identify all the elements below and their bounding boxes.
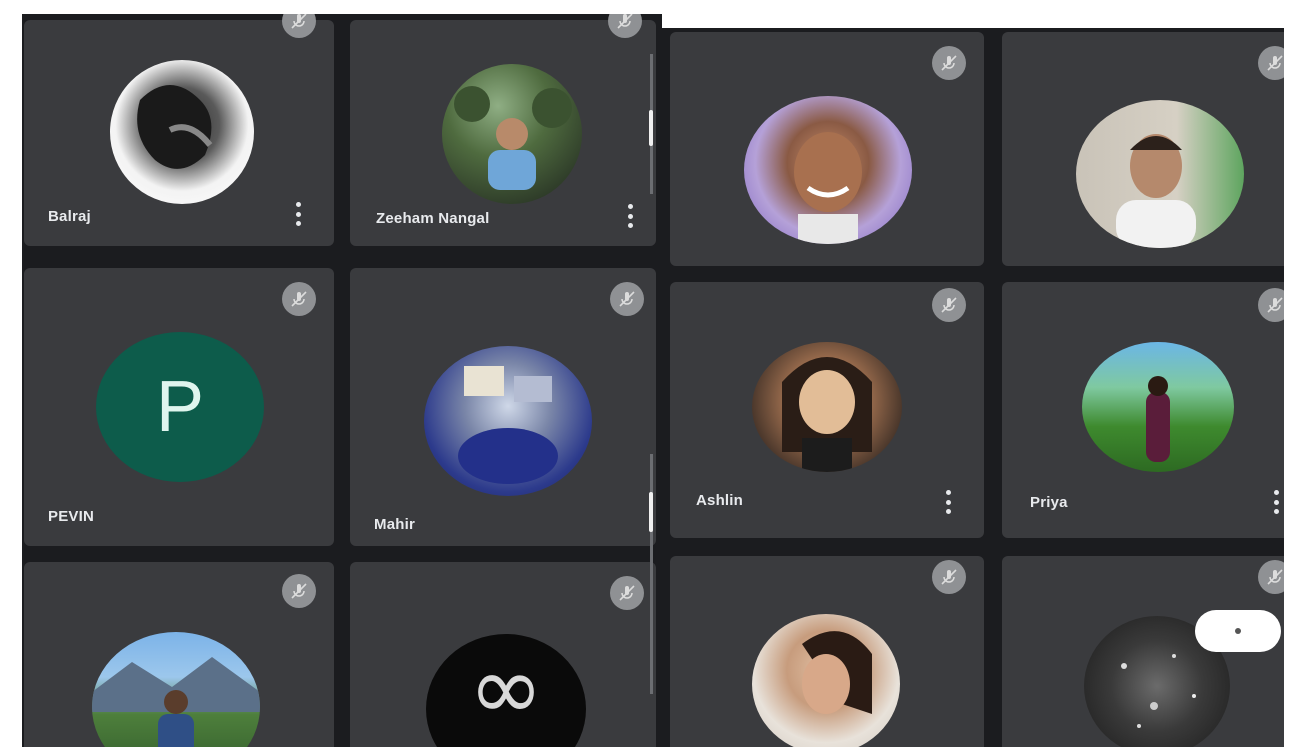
- participant-tile-3[interactable]: [670, 32, 984, 266]
- mic-off-icon: [282, 574, 316, 608]
- participant-tile-zeeham[interactable]: Zeeham Nangal: [350, 14, 656, 246]
- participant-tile-10[interactable]: ∞: [350, 562, 656, 747]
- avatar-participant-9: [92, 632, 260, 747]
- avatar-balraj: [110, 60, 254, 204]
- mic-off-icon: [610, 282, 644, 316]
- mic-off-icon: [932, 46, 966, 80]
- avatar-participant-11: [752, 614, 900, 747]
- meeting-grid-screenshot: Balraj Zeeham Nangal P PEVIN Mahir ∞ Ash…: [0, 0, 1309, 747]
- participant-tile-mahir[interactable]: Mahir: [350, 268, 656, 546]
- avatar-ashlin: [752, 342, 902, 472]
- scrollbar-track[interactable]: [650, 454, 653, 694]
- mic-off-icon: [932, 560, 966, 594]
- participant-tile-pevin[interactable]: P PEVIN: [24, 268, 334, 546]
- participant-tile-11[interactable]: [670, 556, 984, 747]
- participant-name: Priya: [1030, 494, 1068, 511]
- avatar-zeeham: [442, 64, 582, 204]
- participant-tile-priya[interactable]: Priya: [1002, 282, 1284, 538]
- mic-off-icon: [1258, 288, 1284, 322]
- more-vert-icon[interactable]: [626, 204, 634, 228]
- more-vert-icon[interactable]: [1272, 490, 1280, 514]
- participant-name: Ashlin: [696, 492, 744, 509]
- scroll-indicator-pill[interactable]: [1195, 610, 1281, 652]
- mic-off-icon: [282, 14, 316, 38]
- more-vert-icon[interactable]: [294, 202, 302, 226]
- mic-off-icon: [1258, 560, 1284, 594]
- avatar-participant-10: ∞: [426, 634, 586, 747]
- mic-off-icon: [608, 14, 642, 38]
- participant-name: Mahir: [374, 516, 416, 533]
- dot-icon: [1235, 628, 1241, 634]
- participant-grid-left: Balraj Zeeham Nangal P PEVIN Mahir ∞: [22, 14, 662, 747]
- scrollbar-thumb[interactable]: [649, 110, 653, 146]
- avatar-pevin: P: [96, 332, 264, 482]
- avatar-participant-4: [1076, 100, 1244, 248]
- more-vert-icon[interactable]: [944, 490, 952, 514]
- participant-tile-4[interactable]: [1002, 32, 1284, 266]
- avatar-mahir: [424, 346, 592, 496]
- participant-tile-ashlin[interactable]: Ashlin: [670, 282, 984, 538]
- mic-off-icon: [1258, 46, 1284, 80]
- participant-grid-right: Ashlin Priya: [662, 28, 1284, 747]
- avatar-priya: [1082, 342, 1234, 472]
- mic-off-icon: [932, 288, 966, 322]
- participant-name: Zeeham Nangal: [376, 210, 490, 227]
- participant-tile-9[interactable]: [24, 562, 334, 747]
- mic-off-icon: [610, 576, 644, 610]
- participant-name: PEVIN: [48, 508, 95, 525]
- avatar-letter: P: [155, 367, 205, 447]
- participant-name: Balraj: [48, 208, 91, 225]
- participant-tile-balraj[interactable]: Balraj: [24, 14, 334, 246]
- scrollbar-thumb[interactable]: [649, 492, 653, 532]
- mic-off-icon: [282, 282, 316, 316]
- avatar-participant-3: [744, 96, 912, 244]
- infinity-icon: ∞: [468, 636, 544, 741]
